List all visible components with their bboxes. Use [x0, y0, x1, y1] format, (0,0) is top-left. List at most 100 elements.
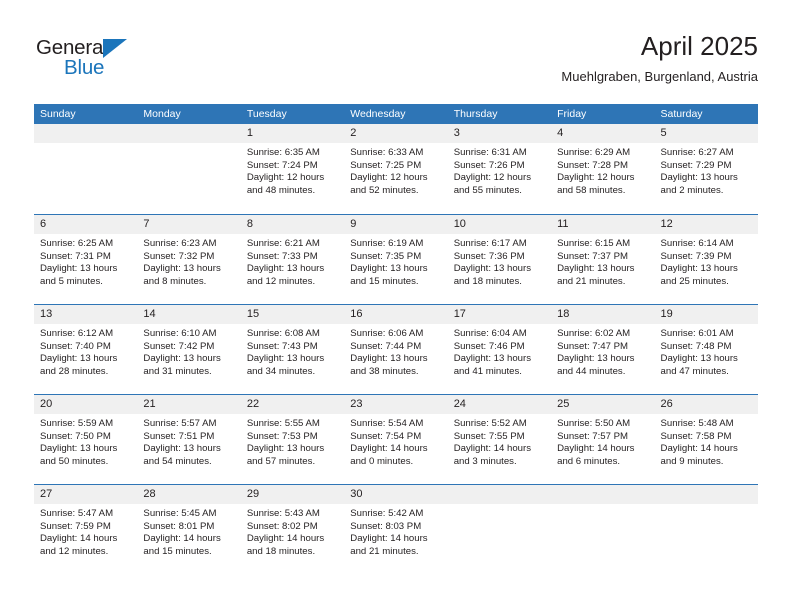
- day-number: [34, 124, 138, 143]
- day-details: Sunrise: 6:27 AM Sunset: 7:29 PM Daylight:…: [655, 143, 758, 197]
- daylight-duration-line1: Daylight: 12 hours: [350, 172, 428, 184]
- calendar-day-cell[interactable]: 23 Sunrise: 5:54 AM Sunset: 7:54 PM Dayligh…: [344, 395, 448, 484]
- daylight-duration-line2: and 15 minutes.: [350, 275, 419, 287]
- calendar-day-cell-empty: [137, 124, 241, 214]
- calendar-day-cell[interactable]: 8 Sunrise: 6:21 AM Sunset: 7:33 PM Daylight…: [240, 215, 345, 304]
- day-details: Sunrise: 5:47 AM Sunset: 7:59 PM Daylight:…: [34, 504, 137, 558]
- sunset-time: Sunset: 7:59 PM: [40, 520, 111, 532]
- daylight-duration-line1: Daylight: 14 hours: [557, 443, 635, 455]
- daylight-duration-line1: Daylight: 13 hours: [143, 353, 221, 365]
- day-number: 9: [344, 215, 448, 234]
- sunset-time: Sunset: 7:51 PM: [143, 430, 215, 442]
- sunset-time: Sunset: 7:57 PM: [557, 430, 629, 442]
- daylight-duration-line2: and 52 minutes.: [350, 184, 419, 196]
- day-number: 8: [240, 215, 345, 234]
- page-title: April 2025: [640, 31, 758, 61]
- calendar-day-cell[interactable]: 29 Sunrise: 5:43 AM Sunset: 8:02 PM Dayligh…: [240, 485, 345, 574]
- day-number: 28: [137, 485, 241, 504]
- daylight-duration-line1: Daylight: 13 hours: [40, 263, 118, 275]
- calendar-day-cell[interactable]: 18 Sunrise: 6:02 AM Sunset: 7:47 PM Dayligh…: [551, 305, 655, 394]
- sunrise-time: Sunrise: 6:33 AM: [350, 147, 424, 158]
- sunset-time: Sunset: 7:36 PM: [453, 250, 525, 262]
- sunrise-time: Sunrise: 6:04 AM: [453, 328, 527, 339]
- calendar-day-cell[interactable]: 14 Sunrise: 6:10 AM Sunset: 7:42 PM Dayligh…: [137, 305, 241, 394]
- daylight-duration-line2: and 8 minutes.: [143, 275, 207, 287]
- daylight-duration-line1: Daylight: 13 hours: [453, 353, 532, 365]
- daylight-duration-line1: Daylight: 13 hours: [557, 263, 635, 275]
- weekday-header-tuesday: Tuesday: [246, 108, 287, 120]
- daylight-duration-line1: Daylight: 13 hours: [40, 353, 118, 365]
- calendar-day-cell[interactable]: 25 Sunrise: 5:50 AM Sunset: 7:57 PM Dayligh…: [551, 395, 655, 484]
- daylight-duration-line2: and 21 minutes.: [557, 275, 626, 287]
- sunrise-time: Sunrise: 5:54 AM: [350, 418, 424, 429]
- daylight-duration-line2: and 12 minutes.: [246, 275, 316, 287]
- sunset-time: Sunset: 7:31 PM: [40, 250, 111, 262]
- day-number: 19: [654, 305, 758, 324]
- day-number: 11: [551, 215, 655, 234]
- calendar-day-cell[interactable]: 16 Sunrise: 6:06 AM Sunset: 7:44 PM Dayligh…: [344, 305, 448, 394]
- daylight-duration-line2: and 48 minutes.: [246, 184, 316, 196]
- sunset-time: Sunset: 8:01 PM: [143, 520, 215, 532]
- day-details: Sunrise: 5:42 AM Sunset: 8:03 PM Daylight:…: [344, 504, 447, 558]
- calendar-day-cell[interactable]: 5 Sunrise: 6:27 AM Sunset: 7:29 PM Daylight…: [654, 124, 758, 214]
- calendar-day-cell[interactable]: 20 Sunrise: 5:59 AM Sunset: 7:50 PM Dayligh…: [34, 395, 138, 484]
- calendar-day-cell[interactable]: 10 Sunrise: 6:17 AM Sunset: 7:36 PM Dayligh…: [447, 215, 552, 304]
- daylight-duration-line1: Daylight: 13 hours: [660, 353, 738, 365]
- daylight-duration-line2: and 34 minutes.: [246, 365, 316, 377]
- daylight-duration-line2: and 6 minutes.: [557, 455, 621, 467]
- calendar-day-cell[interactable]: 13 Sunrise: 6:12 AM Sunset: 7:40 PM Dayligh…: [34, 305, 138, 394]
- calendar-day-cell[interactable]: 7 Sunrise: 6:23 AM Sunset: 7:32 PM Daylight…: [137, 215, 241, 304]
- calendar-day-cell[interactable]: 1 Sunrise: 6:35 AM Sunset: 7:24 PM Daylight…: [240, 124, 345, 214]
- calendar-day-cell[interactable]: 27 Sunrise: 5:47 AM Sunset: 7:59 PM Dayligh…: [34, 485, 138, 574]
- daylight-duration-line1: Daylight: 13 hours: [246, 443, 325, 455]
- calendar-day-cell[interactable]: 19 Sunrise: 6:01 AM Sunset: 7:48 PM Dayligh…: [654, 305, 758, 394]
- sunset-time: Sunset: 7:40 PM: [40, 340, 111, 352]
- calendar-day-cell[interactable]: 17 Sunrise: 6:04 AM Sunset: 7:46 PM Dayligh…: [447, 305, 552, 394]
- calendar-day-cell[interactable]: 9 Sunrise: 6:19 AM Sunset: 7:35 PM Daylight…: [344, 215, 448, 304]
- sunset-time: Sunset: 7:39 PM: [660, 250, 732, 262]
- calendar-day-cell[interactable]: 6 Sunrise: 6:25 AM Sunset: 7:31 PM Daylight…: [34, 215, 138, 304]
- day-details: Sunrise: 6:14 AM Sunset: 7:39 PM Daylight:…: [655, 234, 758, 288]
- calendar-day-cell[interactable]: 4 Sunrise: 6:29 AM Sunset: 7:28 PM Daylight…: [551, 124, 655, 214]
- calendar-day-cell[interactable]: 21 Sunrise: 5:57 AM Sunset: 7:51 PM Dayligh…: [137, 395, 241, 484]
- calendar-day-cell[interactable]: 24 Sunrise: 5:52 AM Sunset: 7:55 PM Dayligh…: [447, 395, 552, 484]
- daylight-duration-line1: Daylight: 14 hours: [660, 443, 738, 455]
- day-number: [137, 124, 241, 143]
- generalblue-logo: General Blue: [36, 37, 156, 83]
- triangle-icon: [103, 39, 127, 58]
- day-number: 17: [447, 305, 552, 324]
- daylight-duration-line1: Daylight: 12 hours: [246, 172, 325, 184]
- daylight-duration-line2: and 58 minutes.: [557, 184, 626, 196]
- daylight-duration-line1: Daylight: 13 hours: [453, 263, 532, 275]
- day-number: 2: [344, 124, 448, 143]
- weekday-header-row: Sunday Monday Tuesday Wednesday Thursday Frid…: [34, 104, 758, 124]
- calendar-day-cell[interactable]: 2 Sunrise: 6:33 AM Sunset: 7:25 PM Daylight…: [344, 124, 448, 214]
- sunrise-time: Sunrise: 6:15 AM: [557, 238, 631, 249]
- sunset-time: Sunset: 7:28 PM: [557, 159, 629, 171]
- calendar-day-cell[interactable]: 22 Sunrise: 5:55 AM Sunset: 7:53 PM Dayligh…: [240, 395, 345, 484]
- daylight-duration-line1: Daylight: 13 hours: [660, 263, 738, 275]
- day-number: 14: [137, 305, 241, 324]
- daylight-duration-line1: Daylight: 14 hours: [40, 533, 118, 545]
- daylight-duration-line2: and 25 minutes.: [660, 275, 729, 287]
- calendar-day-cell[interactable]: 15 Sunrise: 6:08 AM Sunset: 7:43 PM Dayligh…: [240, 305, 345, 394]
- calendar-day-cell[interactable]: 30 Sunrise: 5:42 AM Sunset: 8:03 PM Dayligh…: [344, 485, 448, 574]
- sunset-time: Sunset: 7:48 PM: [660, 340, 732, 352]
- daylight-duration-line1: Daylight: 13 hours: [350, 263, 428, 275]
- day-number: 27: [34, 485, 138, 504]
- calendar-day-cell[interactable]: 28 Sunrise: 5:45 AM Sunset: 8:01 PM Dayligh…: [137, 485, 241, 574]
- day-details: Sunrise: 6:04 AM Sunset: 7:46 PM Daylight:…: [448, 324, 551, 378]
- day-number: 21: [137, 395, 241, 414]
- day-number: 26: [654, 395, 758, 414]
- calendar-day-cell[interactable]: 26 Sunrise: 5:48 AM Sunset: 7:58 PM Dayligh…: [654, 395, 758, 484]
- daylight-duration-line1: Daylight: 13 hours: [350, 353, 428, 365]
- day-number: 4: [551, 124, 655, 143]
- calendar-day-cell[interactable]: 11 Sunrise: 6:15 AM Sunset: 7:37 PM Dayligh…: [551, 215, 655, 304]
- sunrise-time: Sunrise: 6:25 AM: [40, 238, 114, 249]
- weekday-header-sunday: Sunday: [40, 108, 76, 120]
- day-number: 6: [34, 215, 138, 234]
- sunrise-time: Sunrise: 6:08 AM: [246, 328, 320, 339]
- calendar-day-cell[interactable]: 3 Sunrise: 6:31 AM Sunset: 7:26 PM Daylight…: [447, 124, 552, 214]
- calendar-day-cell[interactable]: 12 Sunrise: 6:14 AM Sunset: 7:39 PM Dayligh…: [654, 215, 758, 304]
- day-details: Sunrise: 5:45 AM Sunset: 8:01 PM Daylight:…: [137, 504, 240, 558]
